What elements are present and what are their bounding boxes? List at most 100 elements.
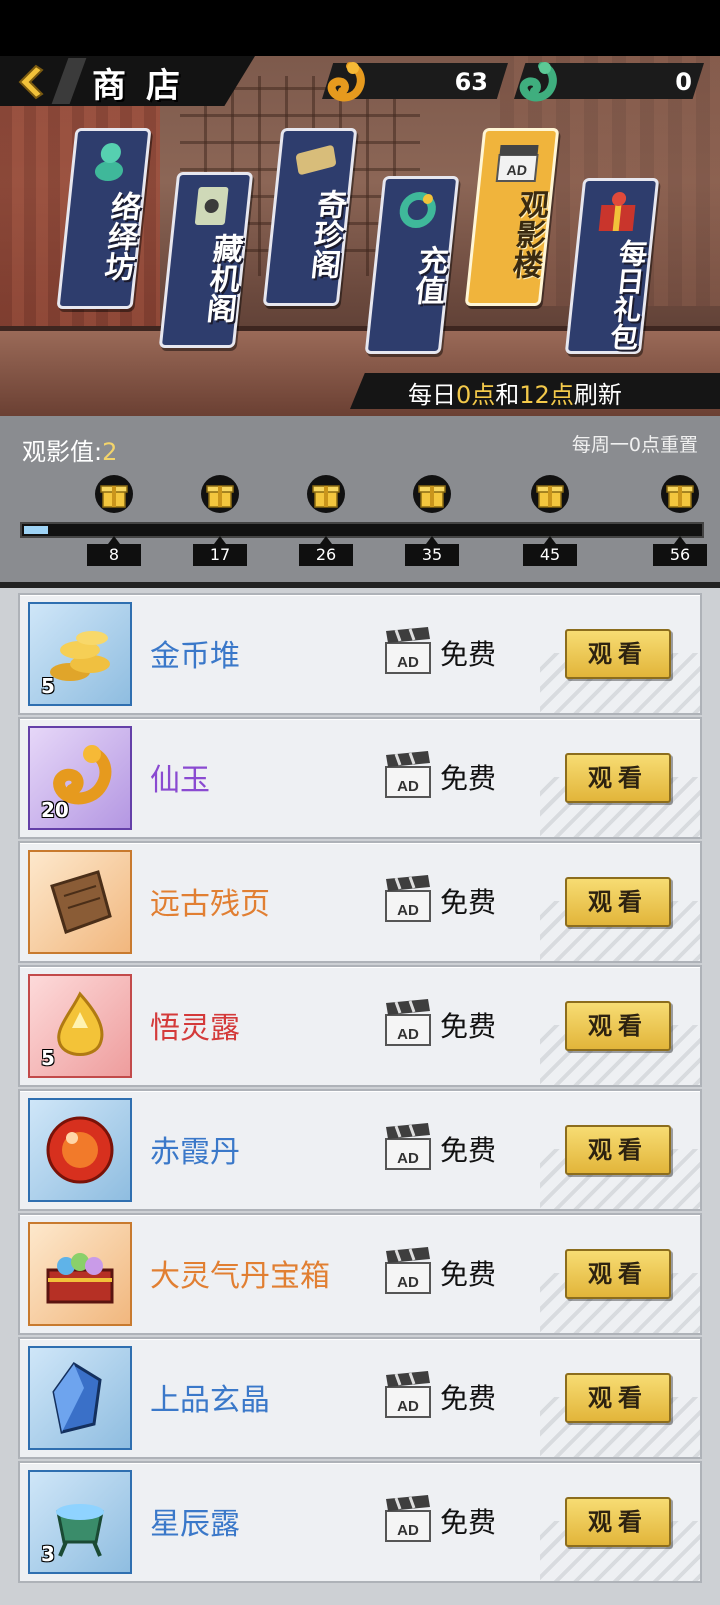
red-pill-icon: [46, 1116, 114, 1184]
milestone-value: 35: [405, 536, 459, 566]
gift-box-icon: [413, 475, 451, 513]
item-thumbnail: 20: [28, 726, 132, 830]
milestone-gift-6[interactable]: [660, 474, 700, 514]
item-price: 免费: [440, 1134, 497, 1167]
milestone-gift-3[interactable]: [306, 474, 346, 514]
milestone-gift-4[interactable]: [412, 474, 452, 514]
svg-text:AD: AD: [397, 654, 419, 671]
reward-item-row: 20 仙玉 AD 免费 观看: [18, 717, 702, 839]
ad-video-icon: AD: [385, 1247, 431, 1294]
milestone-value: 56: [653, 536, 707, 566]
item-price: 免费: [440, 1010, 497, 1043]
svg-text:AD: AD: [397, 1150, 419, 1167]
gift-box-icon: [661, 475, 699, 513]
svg-text:AD: AD: [397, 1026, 419, 1043]
watch-ad-button[interactable]: 观看: [565, 877, 671, 927]
gift-box-icon: [598, 192, 636, 231]
ad-video-icon: AD: [385, 1123, 431, 1170]
svg-text:AD: AD: [397, 1274, 419, 1291]
item-name: 仙玉: [150, 763, 210, 798]
green-dragon-jade-icon: [519, 62, 557, 102]
milestone-gift-1[interactable]: [94, 474, 134, 514]
refresh-info-text: 每日0点和12点刷新: [408, 381, 622, 409]
item-price: 免费: [440, 762, 497, 795]
item-price: 免费: [440, 1258, 497, 1291]
svg-text:AD: AD: [397, 1522, 419, 1539]
back-button[interactable]: [10, 62, 50, 102]
milestone-gift-5[interactable]: [530, 474, 570, 514]
item-name: 悟灵露: [150, 1011, 240, 1046]
reward-item-row: 赤霞丹 AD 免费 观看: [18, 1089, 702, 1211]
gift-box-icon: [531, 475, 569, 513]
watch-progress-fill: [24, 526, 48, 534]
item-thumbnail: 3: [28, 1470, 132, 1574]
blue-crystal-icon: [52, 1361, 102, 1434]
ad-video-icon: AD: [385, 751, 431, 798]
watch-progress-bar: [20, 522, 704, 538]
item-price: 免费: [440, 1506, 497, 1539]
item-name: 金币堆: [150, 639, 240, 674]
tab-label: 充值: [407, 245, 450, 305]
watch-ad-button[interactable]: 观看: [565, 629, 671, 679]
reward-item-row: 大灵气丹宝箱 AD 免费 观看: [18, 1213, 702, 1335]
tab-label: 络绎坊: [97, 191, 142, 281]
item-quantity: 5: [41, 1046, 55, 1070]
watch-ad-button[interactable]: 观看: [565, 1373, 671, 1423]
milestone-value: 26: [299, 536, 353, 566]
item-price: 免费: [440, 1382, 497, 1415]
gift-box-icon: [95, 475, 133, 513]
svg-text:AD: AD: [397, 1398, 419, 1415]
item-name: 大灵气丹宝箱: [150, 1259, 330, 1294]
ad-video-icon: AD: [385, 1495, 431, 1542]
watch-ad-button[interactable]: 观看: [565, 1249, 671, 1299]
gold-currency-value: 63: [454, 68, 488, 96]
item-price: 免费: [440, 886, 497, 919]
tab-label: 奇珍阁: [303, 189, 348, 279]
ad-video-icon: AD: [385, 999, 431, 1046]
item-price: 免费: [440, 638, 497, 671]
reward-item-row: 上品玄晶 AD 免费 观看: [18, 1337, 702, 1459]
item-name: 星辰露: [150, 1507, 240, 1542]
reward-item-row: 5 悟灵露 AD 免费 观看: [18, 965, 702, 1087]
svg-text:AD: AD: [397, 902, 419, 919]
item-quantity: 5: [41, 674, 55, 698]
milestone-value: 45: [523, 536, 577, 566]
gold-dragon-jade-icon: [327, 62, 365, 102]
ancient-page-icon: [50, 870, 112, 934]
svg-text:AD: AD: [397, 778, 419, 795]
milestone-gift-2[interactable]: [200, 474, 240, 514]
item-thumbnail: 5: [28, 602, 132, 706]
watch-ad-button[interactable]: 观看: [565, 1001, 671, 1051]
watch-ad-button[interactable]: 观看: [565, 1125, 671, 1175]
watch-value-label: 观影值:2: [22, 438, 118, 466]
item-thumbnail: [28, 1222, 132, 1326]
pill-chest-icon: [46, 1253, 114, 1304]
tab-label: 每日礼包: [605, 239, 650, 351]
reward-item-row: 远古残页 AD 免费 观看: [18, 841, 702, 963]
scroll-icon: [194, 187, 229, 225]
ad-video-icon: AD: [385, 1371, 431, 1418]
svg-text:AD: AD: [506, 162, 528, 178]
item-name: 远古残页: [150, 887, 270, 922]
jade-ring-icon: [399, 192, 436, 228]
back-arrow-icon: [18, 64, 44, 100]
milestone-value: 8: [87, 536, 141, 566]
ad-video-icon: AD: [385, 875, 431, 922]
jade-currency-value: 0: [675, 68, 692, 96]
item-thumbnail: [28, 1346, 132, 1450]
weekly-reset-note: 每周一0点重置: [571, 434, 698, 456]
page-title: 商店: [92, 66, 200, 106]
gift-box-icon: [201, 475, 239, 513]
item-quantity: 20: [41, 798, 69, 822]
gift-box-icon: [307, 475, 345, 513]
tab-label: 藏机阁: [199, 233, 244, 323]
watch-ad-button[interactable]: 观看: [565, 753, 671, 803]
item-name: 上品玄晶: [150, 1383, 270, 1418]
item-thumbnail: [28, 1098, 132, 1202]
item-thumbnail: [28, 850, 132, 954]
watch-ad-button[interactable]: 观看: [565, 1497, 671, 1547]
ad-video-icon: AD: [385, 627, 431, 674]
status-bar: [0, 0, 720, 56]
item-quantity: 3: [41, 1542, 55, 1566]
item-thumbnail: 5: [28, 974, 132, 1078]
